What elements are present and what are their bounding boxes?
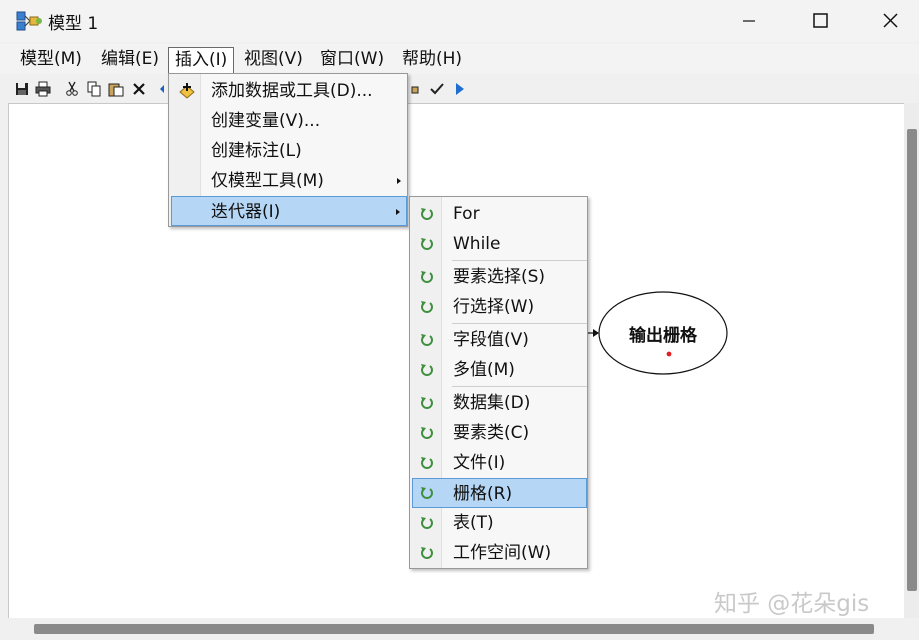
output-node-label: 输出栅格 [629,326,697,346]
iterator-item-rasters[interactable]: 栅格(R) [412,478,587,508]
iterator-submenu: For While 要素选择(S) 行选择(W) 字段值(V) 多值(M) 数据… [409,196,588,569]
submenu-arrow-icon [396,209,400,215]
iterator-icon [421,271,433,283]
horizontal-scrollbar[interactable] [8,618,904,640]
menu-item-label: 创建变量(V)... [211,111,321,131]
iterator-item-label: 行选择(W) [453,297,535,317]
horizontal-scroll-thumb[interactable] [34,624,874,634]
paste-icon[interactable] [108,81,124,97]
menu-item-label: 添加数据或工具(D)... [211,81,373,101]
cut-icon[interactable] [64,81,80,97]
close-button[interactable] [867,6,913,36]
menu-separator [452,260,587,261]
iterator-icon [421,547,433,559]
menu-item-label: 仅模型工具(M) [211,171,324,191]
validate-icon[interactable] [429,81,445,97]
connect-icon[interactable] [410,81,426,97]
window-title: 模型 1 [48,14,99,34]
submenu-arrow-icon [397,178,401,184]
model-icon [16,11,42,31]
menu-bar: 模型(M) 编辑(E) 插入(I) 视图(V) 窗口(W) 帮助(H) [0,44,919,75]
menu-item-model-only-tools[interactable]: 仅模型工具(M) [171,166,407,196]
close-icon [883,13,898,28]
menu-help[interactable]: 帮助(H) [396,47,468,73]
iterator-icon [421,457,433,469]
menu-edit[interactable]: 编辑(E) [95,47,165,73]
print-icon[interactable] [35,81,51,97]
output-raster-node[interactable]: 输出栅格 [598,291,728,375]
iterator-item-files[interactable]: 文件(I) [412,448,587,478]
minimize-button[interactable] [726,6,772,36]
menu-window[interactable]: 窗口(W) [314,47,390,73]
iterator-item-while[interactable]: While [412,229,587,259]
iterator-item-tables[interactable]: 表(T) [412,508,587,538]
menu-separator [452,386,587,387]
iterator-icon [421,427,433,439]
iterator-icon [421,208,433,220]
iterator-icon [421,334,433,346]
menu-model[interactable]: 模型(M) [14,47,88,73]
iterator-item-for[interactable]: For [412,199,587,229]
iterator-icon [421,487,433,499]
iterator-item-datasets[interactable]: 数据集(D) [412,388,587,418]
iterator-item-label: For [453,204,480,224]
add-data-icon [179,83,195,99]
iterator-icon [421,517,433,529]
menu-view[interactable]: 视图(V) [238,47,309,73]
menu-insert[interactable]: 插入(I) [168,47,235,75]
iterator-item-feature-selection[interactable]: 要素选择(S) [412,262,587,292]
menu-item-label: 创建标注(L) [211,141,302,161]
iterator-item-label: 要素选择(S) [453,267,546,287]
menu-item-create-label[interactable]: 创建标注(L) [171,136,407,166]
menu-item-iterators[interactable]: 迭代器(I) [171,196,407,226]
iterator-item-workspaces[interactable]: 工作空间(W) [412,538,587,568]
minimize-icon [743,20,755,22]
copy-icon[interactable] [86,81,102,97]
menu-item-create-variable[interactable]: 创建变量(V)... [171,106,407,136]
iterator-icon [421,238,433,250]
iterator-item-multivalue[interactable]: 多值(M) [412,355,587,385]
iterator-item-row-selection[interactable]: 行选择(W) [412,292,587,322]
menu-item-label: 迭代器(I) [211,202,281,222]
iterator-item-label: 多值(M) [453,360,515,380]
iterator-item-label: 工作空间(W) [453,543,552,563]
iterator-item-label: 要素类(C) [453,423,530,443]
menu-item-add-data[interactable]: 添加数据或工具(D)... [171,76,407,106]
iterator-item-feature-classes[interactable]: 要素类(C) [412,418,587,448]
iterator-icon [421,301,433,313]
iterator-icon [421,397,433,409]
insert-menu: 添加数据或工具(D)... 创建变量(V)... 创建标注(L) 仅模型工具(M… [168,73,408,227]
iterator-icon [421,364,433,376]
menu-separator [452,323,587,324]
toolbar [0,76,919,102]
iterator-item-label: 表(T) [453,513,494,533]
watermark: 知乎 @花朵gis [714,591,870,617]
iterator-item-label: 数据集(D) [453,393,531,413]
iterator-item-label: 栅格(R) [453,484,513,504]
save-icon[interactable] [14,81,30,97]
vertical-scroll-thumb[interactable] [907,129,917,591]
vertical-scrollbar[interactable] [904,103,919,618]
run-icon[interactable] [451,81,467,97]
iterator-item-field-value[interactable]: 字段值(V) [412,325,587,355]
title-bar[interactable]: 模型 1 [0,0,919,42]
maximize-button[interactable] [797,6,843,36]
iterator-item-label: 字段值(V) [453,330,529,350]
delete-icon[interactable] [131,81,147,97]
maximize-icon [813,13,828,28]
iterator-item-label: While [453,234,501,254]
iterator-item-label: 文件(I) [453,453,506,473]
model-window: 模型 1 模型(M) 编辑(E) 插入(I) 视图(V) 窗口(W) 帮助(H) [0,0,919,640]
